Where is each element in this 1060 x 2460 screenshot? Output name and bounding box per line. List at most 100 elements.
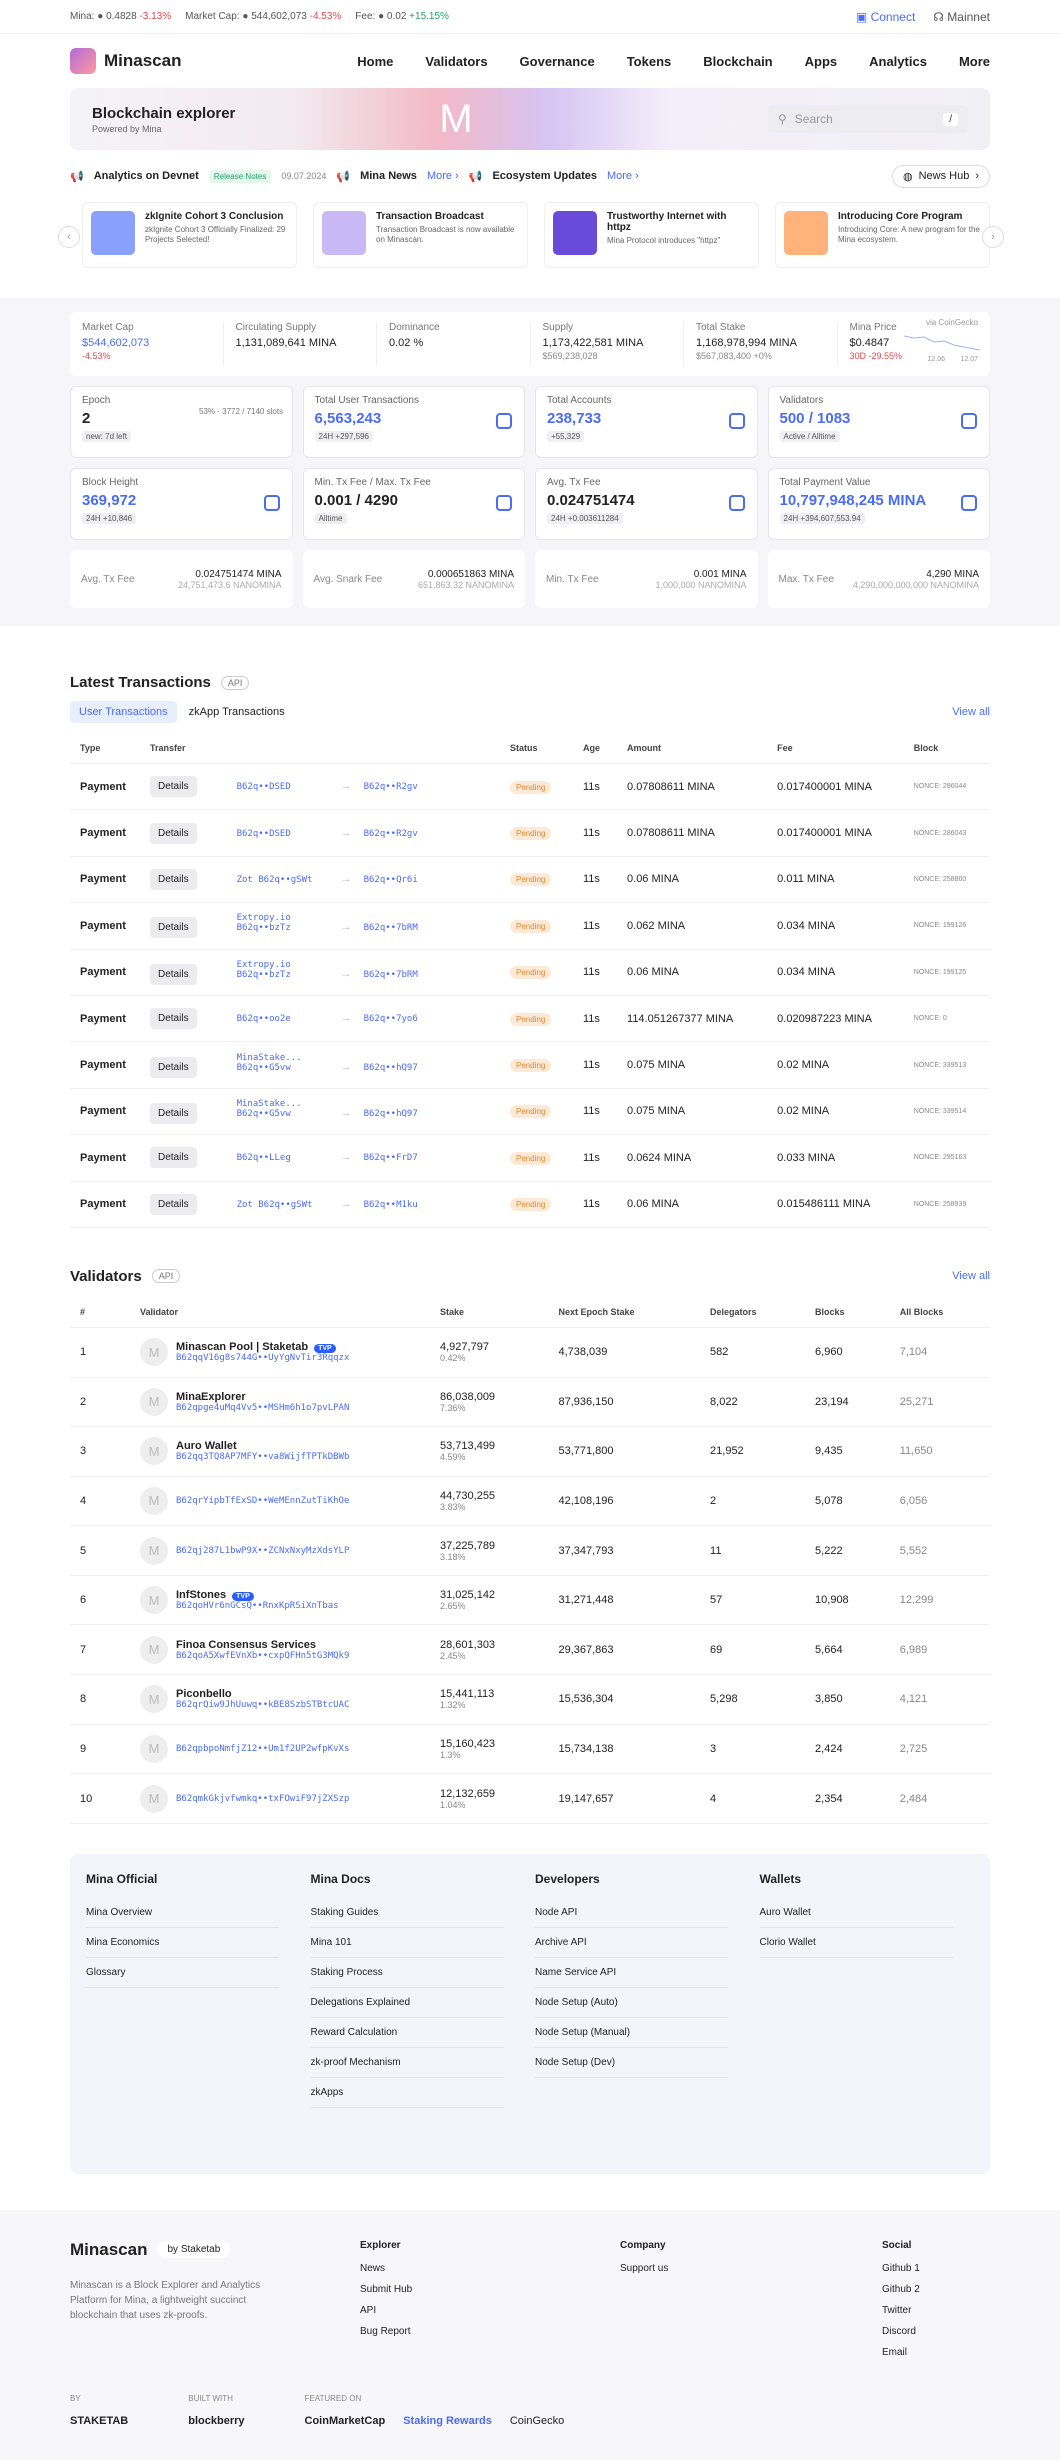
table-row[interactable]: 10 M B62qmkGkjvfwmkq••txFOwiF97jZXSzp 12,13…	[70, 1773, 990, 1824]
stat-box[interactable]: Total Accounts 238,733 +55,329	[535, 386, 758, 458]
stat-box[interactable]: Avg. Tx Fee 0.024751474 24H +0.003611284	[535, 468, 758, 540]
api-badge[interactable]: API	[151, 1269, 181, 1284]
table-row[interactable]: Payment Details B62q••DSED → B62q••R2gv Pendi…	[70, 763, 990, 811]
resource-link[interactable]: Glossary	[86, 1958, 280, 1988]
brand-logo[interactable]: Minascan	[70, 48, 181, 74]
validators-view-all-link[interactable]: View all	[952, 1270, 990, 1282]
to-address-link[interactable]: B62q••FrD7	[364, 1153, 418, 1163]
news-card[interactable]: zkIgnite Cohort 3 Conclusion zkIgnite Coh…	[82, 202, 297, 268]
resource-link[interactable]: Node API	[535, 1898, 729, 1928]
details-button[interactable]: Details	[150, 1102, 197, 1124]
from-address-link[interactable]: Extropy.io B62q••bzTz	[237, 960, 329, 980]
table-row[interactable]: Payment Details B62q••LLeg → B62q••FrD7 Pendi…	[70, 1134, 990, 1182]
footer-link[interactable]: Submit Hub	[360, 2284, 620, 2295]
resource-link[interactable]: Reward Calculation	[310, 2018, 504, 2048]
release-notes-badge[interactable]: Release Notes	[208, 169, 272, 183]
resource-link[interactable]: Mina Overview	[86, 1898, 280, 1928]
resource-link[interactable]: Node Setup (Dev)	[535, 2048, 729, 2078]
validator-address-link[interactable]: B62qrQiw9JhUuwq••kBE8SzbSTBtcUAC	[176, 1700, 349, 1710]
to-address-link[interactable]: B62q••M1ku	[364, 1200, 418, 1210]
table-row[interactable]: Payment Details B62q••DSED → B62q••R2gv Pendi…	[70, 809, 990, 857]
table-row[interactable]: 3 M Auro Wallet B62qq3TQ8AP7MFY••va8WijfTPT…	[70, 1426, 990, 1477]
table-row[interactable]: Payment DetailsMinaStake... B62q••G5vw → B6…	[70, 1041, 990, 1089]
table-row[interactable]: 2 M MinaExplorer B62qpge4uMq4Vv5••MSHm6h1o7…	[70, 1377, 990, 1428]
news-item-analytics[interactable]: Analytics on Devnet	[94, 170, 199, 182]
news-card[interactable]: Transaction Broadcast Transaction Broadca…	[313, 202, 528, 268]
details-button[interactable]: Details	[150, 868, 197, 890]
nav-link-apps[interactable]: Apps	[805, 54, 838, 69]
validator-address-link[interactable]: B62qqV16g8s744G••UyYgNvTir3Rqqzx	[176, 1353, 349, 1363]
details-button[interactable]: Details	[150, 1008, 197, 1030]
more-link[interactable]: More ›	[607, 170, 639, 182]
stat-box[interactable]: Block Height 369,972 24H +10,846	[70, 468, 293, 540]
news-hub-button[interactable]: ◍ News Hub ›	[891, 164, 990, 188]
nav-link-more[interactable]: More	[959, 54, 990, 69]
resource-link[interactable]: zkApps	[310, 2078, 504, 2108]
to-address-link[interactable]: B62q••hQ97	[364, 1109, 418, 1119]
to-address-link[interactable]: B62q••R2gv	[364, 829, 418, 839]
nav-link-tokens[interactable]: Tokens	[627, 54, 672, 69]
connect-button[interactable]: ▣ Connect	[856, 10, 915, 24]
blockberry-logo[interactable]: blockberry	[188, 2415, 244, 2427]
network-selector[interactable]: ☊ Mainnet	[933, 10, 990, 24]
from-address-link[interactable]: B62q••oo2e	[237, 1014, 329, 1024]
table-row[interactable]: Payment Details Zot B62q••gSWt → B62q••Qr6i P…	[70, 856, 990, 904]
resource-link[interactable]: Archive API	[535, 1928, 729, 1958]
footer-brand[interactable]: Minascan	[70, 2240, 147, 2260]
stat-box[interactable]: Total User Transactions 6,563,243 24H +297…	[302, 386, 525, 458]
table-row[interactable]: 4 M B62qrYipbTfExSD••WeMEnnZutTiKhOe 44,730…	[70, 1476, 990, 1527]
to-address-link[interactable]: B62q••7bRM	[364, 970, 418, 980]
table-row[interactable]: 1 M Minascan Pool | Staketab TVP B62qqV16g8s…	[70, 1327, 990, 1378]
footer-link[interactable]: Bug Report	[360, 2326, 620, 2337]
footer-link[interactable]: Github 1	[882, 2263, 990, 2274]
from-address-link[interactable]: B62q••DSED	[237, 782, 329, 792]
table-row[interactable]: 8 M Piconbello B62qrQiw9JhUuwq••kBE8SzbSTBt…	[70, 1674, 990, 1725]
validator-address-link[interactable]: B62qoA5XwfEVnXb••cxpQFHn5tG3MQk9	[176, 1651, 349, 1661]
staketab-logo[interactable]: STAKETAB	[70, 2415, 128, 2427]
details-button[interactable]: Details	[150, 917, 197, 939]
tx-view-all-link[interactable]: View all	[952, 706, 990, 718]
from-address-link[interactable]: B62q••DSED	[237, 829, 329, 839]
footer-link[interactable]: News	[360, 2263, 620, 2274]
staking-rewards-logo[interactable]: Staking Rewards	[403, 2415, 492, 2427]
nav-link-blockchain[interactable]: Blockchain	[703, 54, 772, 69]
carousel-next-icon[interactable]: ›	[982, 226, 1004, 248]
more-link[interactable]: More ›	[427, 170, 459, 182]
resource-link[interactable]: Staking Guides	[310, 1898, 504, 1928]
by-staketab-badge[interactable]: by Staketab	[157, 2241, 231, 2259]
table-row[interactable]: 9 M B62qpbpoNmfjZ12••Um1f2UP2wfpKvXs 15,160…	[70, 1724, 990, 1775]
stat-box[interactable]: Total Payment Value 10,797,948,245 MINA 24…	[767, 468, 990, 540]
from-address-link[interactable]: Zot B62q••gSWt	[237, 875, 329, 885]
api-badge[interactable]: API	[220, 675, 250, 690]
resource-link[interactable]: Staking Process	[310, 1958, 504, 1988]
footer-link[interactable]: Github 2	[882, 2284, 990, 2295]
carousel-prev-icon[interactable]: ‹	[58, 226, 80, 248]
footer-link[interactable]: Discord	[882, 2326, 990, 2337]
search-input[interactable]: ⚲ Search /	[768, 105, 968, 133]
nav-link-home[interactable]: Home	[357, 54, 393, 69]
details-button[interactable]: Details	[150, 776, 197, 798]
table-row[interactable]: Payment DetailsExtropy.io B62q••bzTz → B62q…	[70, 949, 990, 996]
from-address-link[interactable]: MinaStake... B62q••G5vw	[237, 1099, 329, 1119]
nav-link-governance[interactable]: Governance	[520, 54, 595, 69]
news-card[interactable]: Introducing Core Program Introducing Core…	[775, 202, 990, 268]
stat-box[interactable]: Epoch 2 new: 7d left 53% · 3772 / 7140 slot…	[70, 386, 293, 458]
coingecko-logo[interactable]: CoinGecko	[510, 2415, 564, 2427]
resource-link[interactable]: Clorio Wallet	[759, 1928, 953, 1958]
to-address-link[interactable]: B62q••7yo6	[364, 1014, 418, 1024]
validator-address-link[interactable]: B62qpbpoNmfjZ12••Um1f2UP2wfpKvXs	[176, 1744, 349, 1754]
table-row[interactable]: Payment DetailsExtropy.io B62q••bzTz → B62q…	[70, 902, 990, 950]
table-row[interactable]: Payment Details B62q••oo2e → B62q••7yo6 Pendi…	[70, 995, 990, 1043]
tab-user-transactions[interactable]: User Transactions	[70, 701, 177, 723]
nav-link-analytics[interactable]: Analytics	[869, 54, 927, 69]
to-address-link[interactable]: B62q••R2gv	[364, 782, 418, 792]
validator-address-link[interactable]: B62qrYipbTfExSD••WeMEnnZutTiKhOe	[176, 1496, 349, 1506]
to-address-link[interactable]: B62q••Qr6i	[364, 875, 418, 885]
details-button[interactable]: Details	[150, 1056, 197, 1078]
resource-link[interactable]: Mina Economics	[86, 1928, 280, 1958]
details-button[interactable]: Details	[150, 822, 197, 844]
from-address-link[interactable]: Zot B62q••gSWt	[237, 1200, 329, 1210]
footer-link[interactable]: Twitter	[882, 2305, 990, 2316]
footer-link[interactable]: Email	[882, 2347, 990, 2358]
to-address-link[interactable]: B62q••hQ97	[364, 1063, 418, 1073]
